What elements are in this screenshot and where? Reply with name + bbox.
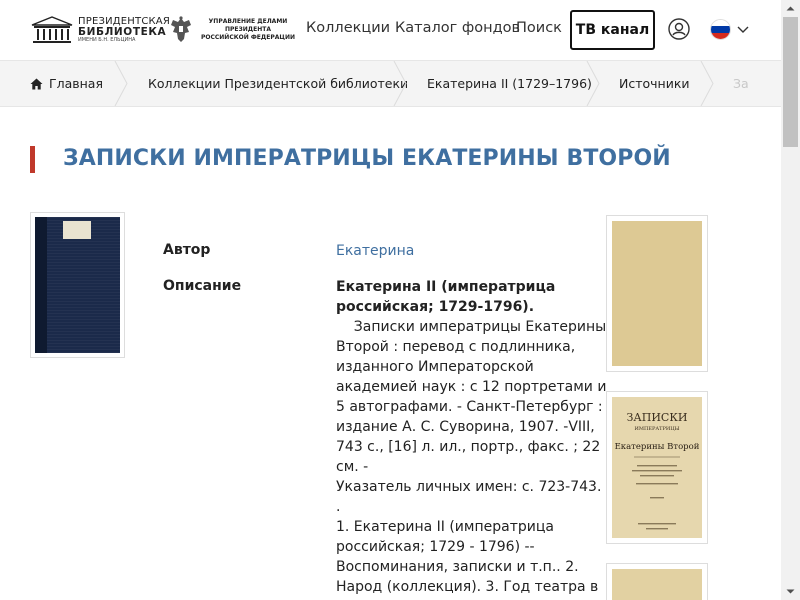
page-thumbnail-2[interactable]: ЗАПИСКИ ИМПЕРАТРИЦЫ Екатерины Второй bbox=[606, 391, 708, 544]
title-accent-bar bbox=[30, 146, 35, 173]
breadcrumb-sources[interactable]: Источники bbox=[619, 61, 690, 106]
breadcrumb-separator bbox=[586, 61, 600, 106]
description-bold-line: российская; 1729-1796). bbox=[336, 299, 535, 315]
description-line: Записки императрицы Екатерины bbox=[336, 319, 607, 335]
site-header: ПРЕЗИДЕНТСКАЯ БИБЛИОТЕКА ИМЕНИ Б.Н. ЕЛЬЦ… bbox=[0, 0, 781, 60]
description-line: российская; 1729 - 1796) -- bbox=[336, 539, 535, 555]
russia-flag-icon bbox=[710, 19, 731, 40]
description-line: академией наук : с 12 портретами и bbox=[336, 379, 607, 395]
description-line: 1. Екатерина II (императрица bbox=[336, 519, 554, 535]
title-page-main: Екатерины Второй bbox=[615, 442, 700, 452]
description-line: Указатель личных имен: с. 723-743. bbox=[336, 479, 602, 495]
breadcrumb-separator bbox=[700, 61, 714, 106]
double-headed-eagle-icon bbox=[171, 16, 191, 42]
breadcrumb-separator bbox=[393, 61, 407, 106]
description-line: Второй : перевод с подлинника, bbox=[336, 339, 576, 355]
book-spine bbox=[35, 217, 47, 353]
home-icon bbox=[30, 78, 43, 89]
nav-search[interactable]: Поиск bbox=[516, 20, 562, 36]
description-label: Описание bbox=[163, 278, 242, 294]
author-value: Екатерина bbox=[336, 241, 586, 261]
description-line: изданного Императорской bbox=[336, 359, 534, 375]
library-shelf-label bbox=[63, 221, 91, 239]
scrollbar-thumb[interactable] bbox=[783, 17, 798, 147]
nav-collections[interactable]: Коллекции bbox=[306, 20, 390, 36]
page-image bbox=[612, 569, 702, 600]
page-thumbnail-1[interactable] bbox=[606, 215, 708, 372]
scroll-down-arrow-icon[interactable] bbox=[781, 583, 800, 600]
description-value: Екатерина II (императрица российская; 17… bbox=[336, 277, 607, 597]
description-line: Народ (коллекция). 3. Год театра в bbox=[336, 579, 599, 595]
blank-page-image bbox=[612, 221, 702, 366]
description-line: см. - bbox=[336, 459, 369, 475]
description-bold-line: Екатерина II (императрица bbox=[336, 279, 556, 295]
presidential-library-logo[interactable]: ПРЕЗИДЕНТСКАЯ БИБЛИОТЕКА ИМЕНИ Б.Н. ЕЛЬЦ… bbox=[30, 14, 170, 46]
user-circle-icon[interactable] bbox=[668, 18, 690, 40]
presidential-administration-logo[interactable]: УПРАВЛЕНИЕ ДЕЛАМИ ПРЕЗИДЕНТА РОССИЙСКОЙ … bbox=[168, 14, 298, 46]
page-thumbnail-3[interactable] bbox=[606, 563, 708, 600]
title-page-mid: ИМПЕРАТРИЦЫ bbox=[635, 426, 680, 432]
breadcrumb-separator bbox=[114, 61, 128, 106]
chevron-down-icon bbox=[737, 26, 749, 33]
title-page-image: ЗАПИСКИ ИМПЕРАТРИЦЫ Екатерины Второй bbox=[612, 397, 702, 538]
breadcrumb-home-label: Главная bbox=[49, 76, 103, 91]
page-title: ЗАПИСКИ ИМПЕРАТРИЦЫ ЕКАТЕРИНЫ ВТОРОЙ bbox=[63, 146, 671, 171]
book-cover-image bbox=[35, 217, 120, 353]
author-label: Автор bbox=[163, 242, 211, 258]
description-line: . bbox=[336, 499, 341, 515]
ud-line1: УПРАВЛЕНИЕ ДЕЛАМИ ПРЕЗИДЕНТА bbox=[208, 18, 288, 33]
title-page-top: ЗАПИСКИ bbox=[627, 411, 688, 424]
tv-channel-button[interactable]: ТВ канал bbox=[570, 10, 655, 50]
description-line: 5 автографами. - Санкт-Петербург : bbox=[336, 399, 603, 415]
logo-line3: ИМЕНИ Б.Н. ЕЛЬЦИНА bbox=[78, 37, 136, 44]
description-line: 743 с., [16] л. ил., портр., факс. ; 22 bbox=[336, 439, 601, 455]
breadcrumb-collections[interactable]: Коллекции Президентской библиотеки bbox=[148, 61, 408, 106]
description-line: издание А. С. Суворина, 1907. -VIII, bbox=[336, 419, 595, 435]
library-building-icon bbox=[31, 16, 73, 43]
scroll-up-arrow-icon[interactable] bbox=[781, 0, 800, 17]
breadcrumb-home[interactable]: Главная bbox=[30, 61, 103, 106]
breadcrumb-catherine[interactable]: Екатерина II (1729–1796) bbox=[427, 61, 592, 106]
nav-catalog[interactable]: Каталог фондов bbox=[395, 20, 520, 36]
author-link[interactable]: Екатерина bbox=[336, 243, 414, 259]
description-line: Воспоминания, записки и т.п.. 2. bbox=[336, 559, 579, 575]
vertical-scrollbar[interactable] bbox=[781, 0, 800, 600]
ud-line2: РОССИЙСКОЙ ФЕДЕРАЦИИ bbox=[200, 34, 295, 41]
logo-line2: БИБЛИОТЕКА bbox=[78, 25, 167, 38]
language-switcher[interactable] bbox=[710, 19, 749, 40]
book-cover-thumbnail[interactable] bbox=[30, 212, 125, 358]
breadcrumb: Главная Коллекции Президентской библиоте… bbox=[0, 60, 781, 107]
breadcrumb-current[interactable]: За bbox=[733, 61, 749, 106]
